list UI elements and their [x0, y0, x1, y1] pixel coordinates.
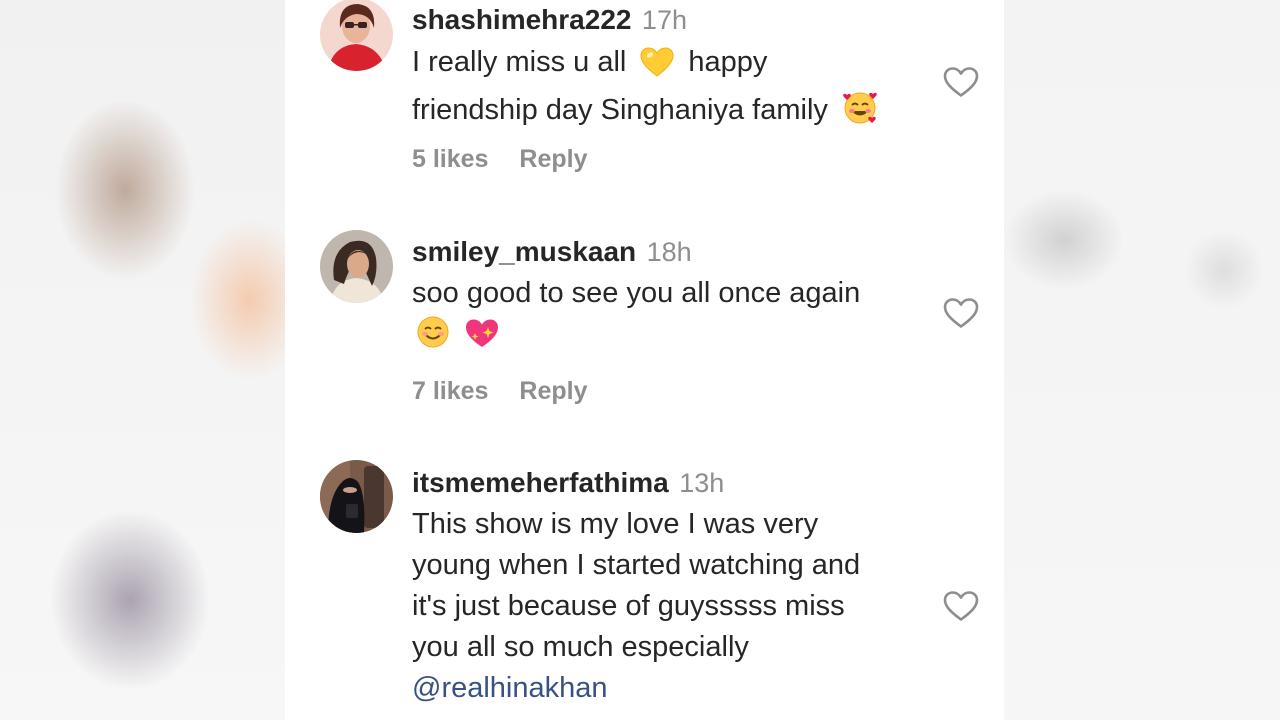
timestamp[interactable]: 17h — [642, 5, 687, 35]
comment-header: smiley_muskaan 18h — [412, 234, 692, 275]
mention-link[interactable]: @realhinakhan — [412, 668, 932, 709]
comment-header: itsmemeherfathima 13h — [412, 465, 724, 506]
avatar-image — [320, 460, 393, 533]
reply-button[interactable]: Reply — [519, 377, 587, 405]
comment-header: shashimehra222 17h — [412, 2, 687, 43]
timestamp[interactable]: 13h — [679, 468, 724, 498]
sparkling-heart-icon — [464, 317, 500, 361]
yellow-heart-icon — [640, 47, 674, 89]
avatar-image — [320, 230, 393, 303]
likes-count[interactable]: 7 likes — [412, 377, 488, 405]
avatar-image — [320, 0, 393, 71]
like-heart-icon[interactable] — [943, 590, 979, 622]
blurred-background-left — [0, 0, 285, 720]
comment-text-line: you all so much especially — [412, 631, 749, 663]
comment-actions: 7 likes Reply — [412, 377, 588, 406]
comment-actions: 5 likes Reply — [412, 145, 588, 174]
like-heart-icon[interactable] — [943, 297, 979, 329]
username[interactable]: itsmemeherfathima — [412, 467, 669, 498]
comment-text-line: friendship day Singhaniya family — [412, 94, 828, 126]
smiling-face-icon — [416, 315, 450, 361]
like-heart-icon[interactable] — [943, 66, 979, 98]
comment-text-line: happy — [688, 46, 768, 78]
timestamp[interactable]: 18h — [647, 237, 692, 267]
avatar[interactable] — [320, 230, 393, 303]
comment-text-line: young when I started watching and — [412, 549, 861, 581]
comment-text-line: I really miss u all — [412, 46, 627, 78]
comment-text: I really miss u all happy friendship day … — [412, 42, 932, 137]
comment-text: soo good to see you all once again — [412, 273, 932, 361]
comment-text-line: soo good to see you all once again — [412, 277, 861, 309]
username[interactable]: smiley_muskaan — [412, 236, 636, 267]
comment-text-line: it's just because of guysssss miss — [412, 590, 845, 622]
comment-text: This show is my love I was very young wh… — [412, 504, 932, 709]
reply-button[interactable]: Reply — [519, 145, 587, 173]
comment-text-line: This show is my love I was very — [412, 508, 819, 540]
avatar[interactable] — [320, 0, 393, 71]
comments-panel[interactable]: shashimehra222 17h I really miss u all ha… — [285, 0, 1004, 720]
username[interactable]: shashimehra222 — [412, 4, 631, 35]
avatar[interactable] — [320, 460, 393, 533]
likes-count[interactable]: 5 likes — [412, 145, 488, 173]
blurred-background-right — [1004, 0, 1280, 720]
smiling-face-with-hearts-icon — [842, 89, 878, 137]
